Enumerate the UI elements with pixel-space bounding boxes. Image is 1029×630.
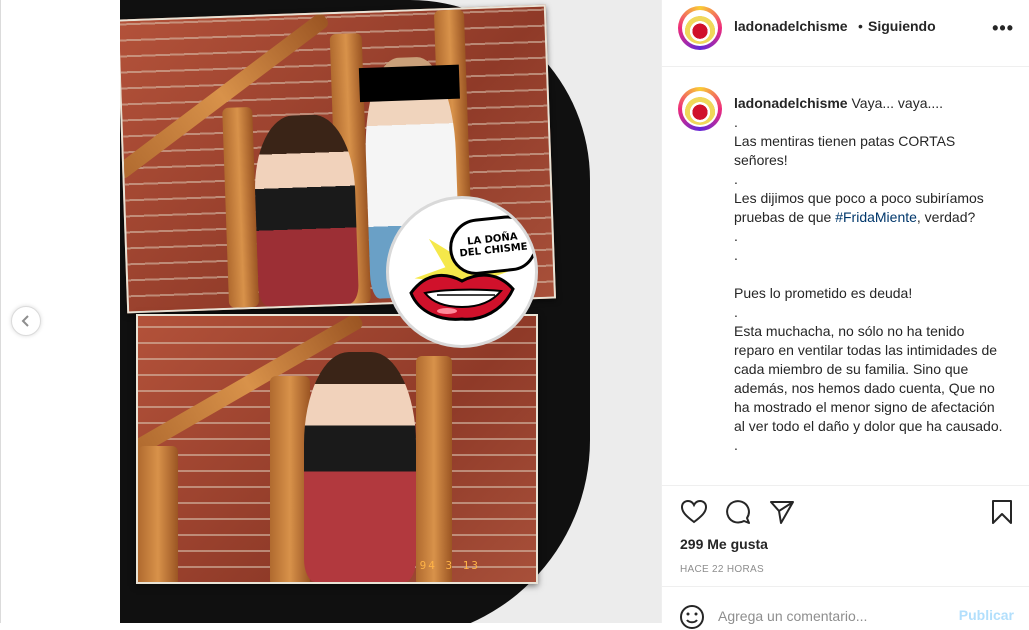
left-margin <box>0 0 120 623</box>
avatar-image <box>684 93 716 125</box>
post-timestamp[interactable]: HACE 22 HORAS <box>680 564 764 575</box>
redaction-bar <box>358 64 460 103</box>
follow-status-button[interactable]: Siguiendo <box>868 18 936 34</box>
post-header: ladonadelchisme • Siguiendo ••• <box>662 0 1029 67</box>
photo-bottom: 94 3 13 <box>136 314 538 584</box>
caption-line: . <box>734 228 738 244</box>
caption-line: . <box>734 247 738 263</box>
comment-bar: Publicar <box>662 586 1029 630</box>
lips-icon <box>409 273 515 321</box>
caption-line: Pues lo prometido es deuda! <box>734 285 913 301</box>
post-details-panel: ladonadelchisme • Siguiendo ••• ladonade… <box>661 0 1029 629</box>
post-comment-button[interactable]: Publicar <box>959 607 1014 623</box>
caption-section: ladonadelchisme Vaya... vaya.... . Las m… <box>662 67 1029 485</box>
caption-line: Las mentiras tienen patas CORTAS señores… <box>734 133 956 168</box>
caption-username-link[interactable]: ladonadelchisme <box>734 95 848 111</box>
avatar[interactable] <box>678 6 722 50</box>
smiley-icon[interactable] <box>679 604 705 630</box>
caption-line: . <box>734 304 738 320</box>
carousel-prev-button[interactable] <box>11 306 41 336</box>
post-media[interactable]: 94 3 13 LA DOÑA DEL CHISME <box>120 0 661 623</box>
bookmark-icon[interactable] <box>988 498 1016 526</box>
caption-avatar[interactable] <box>678 87 722 131</box>
caption-line: Esta muchacha, no sólo no ha tenido repa… <box>734 323 1003 434</box>
caption-line: . <box>734 171 738 187</box>
comment-input[interactable] <box>718 605 938 627</box>
caption-line: Vaya... vaya.... <box>847 95 944 111</box>
brand-logo-badge: LA DOÑA DEL CHISME <box>386 196 538 348</box>
chevron-left-icon <box>21 315 29 327</box>
caption-line: . <box>734 114 738 130</box>
separator-dot: • <box>858 18 863 34</box>
action-bar <box>662 485 1029 538</box>
hashtag-link[interactable]: #FridaMiente <box>835 209 917 225</box>
likes-count[interactable]: 299 Me gusta <box>680 536 768 552</box>
child-figure <box>252 113 360 307</box>
caption-text: ladonadelchisme Vaya... vaya.... . Las m… <box>734 94 1006 455</box>
caption-line: . <box>734 437 738 453</box>
comment-icon[interactable] <box>724 498 752 526</box>
child-figure <box>304 352 416 582</box>
username-link[interactable]: ladonadelchisme <box>734 18 848 34</box>
date-stamp: 94 3 13 <box>419 559 480 572</box>
heart-icon[interactable] <box>680 498 708 526</box>
avatar-image <box>684 12 716 44</box>
more-options-button[interactable]: ••• <box>992 18 1014 39</box>
paper-plane-icon[interactable] <box>768 498 796 526</box>
left-divider <box>0 0 1 623</box>
caption-line: Les dijimos que poco a poco subiríamos p… <box>734 190 984 225</box>
